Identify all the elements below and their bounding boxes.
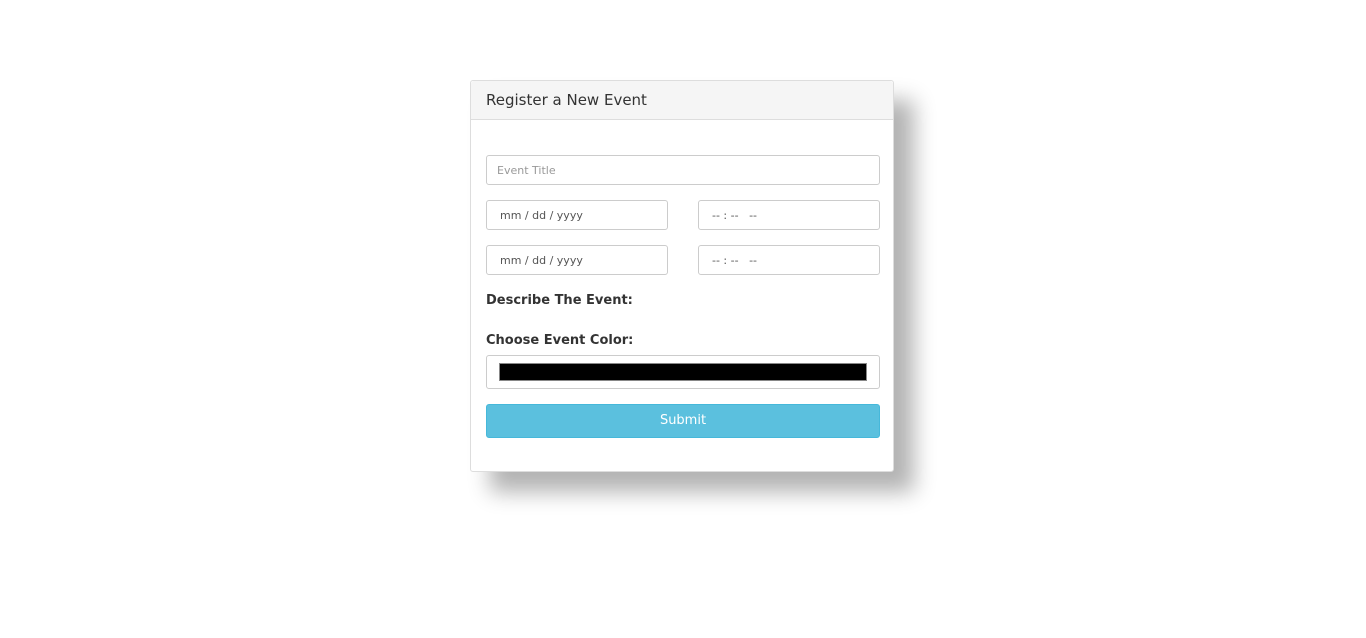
end-date-placeholder: mm / dd / yyyy	[500, 253, 583, 267]
event-registration-panel: Register a New Event mm / dd / yyyy -- :…	[470, 80, 894, 472]
submit-button[interactable]: Submit	[486, 404, 880, 438]
describe-event-label: Describe The Event:	[486, 293, 633, 308]
end-time-placeholder: -- : -- --	[712, 253, 758, 267]
event-title-input[interactable]	[486, 155, 880, 185]
choose-color-label: Choose Event Color:	[486, 333, 634, 348]
end-date-input[interactable]: mm / dd / yyyy	[486, 245, 668, 275]
start-time-placeholder: -- : -- --	[712, 208, 758, 222]
end-time-input[interactable]: -- : -- --	[698, 245, 880, 275]
start-date-placeholder: mm / dd / yyyy	[500, 208, 583, 222]
color-swatch[interactable]	[499, 363, 867, 381]
start-date-input[interactable]: mm / dd / yyyy	[486, 200, 668, 230]
event-color-picker[interactable]	[486, 355, 880, 389]
start-time-input[interactable]: -- : -- --	[698, 200, 880, 230]
panel-heading: Register a New Event	[471, 81, 893, 120]
panel-title: Register a New Event	[486, 91, 647, 109]
